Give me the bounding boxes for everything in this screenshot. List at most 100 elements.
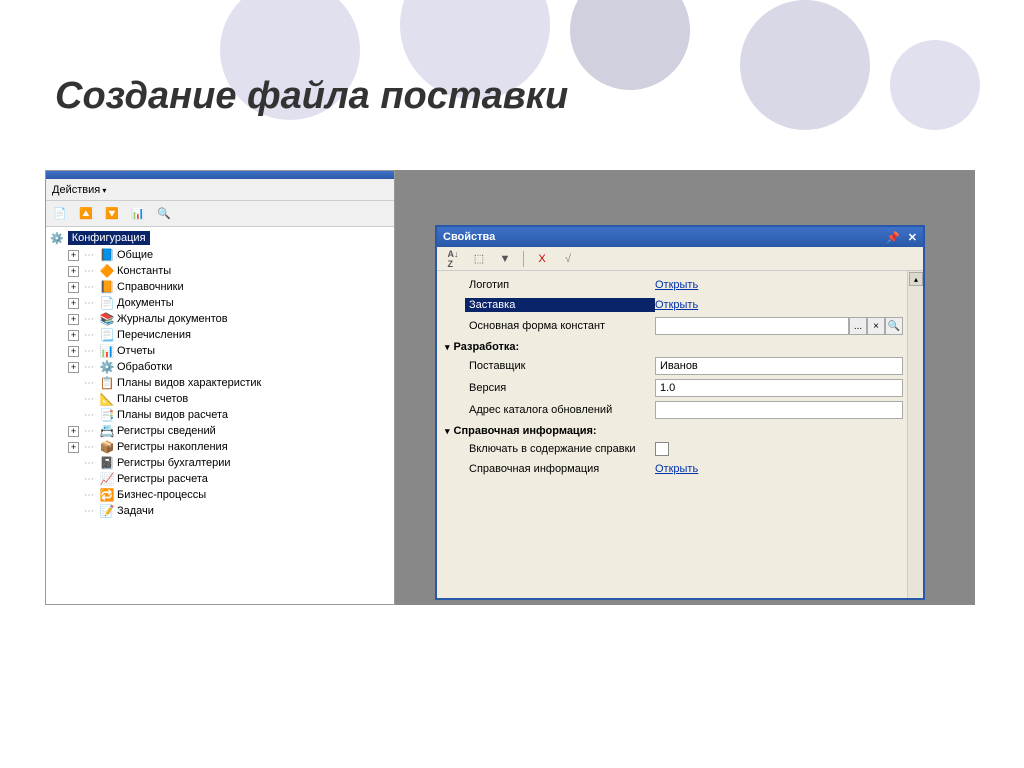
tree-item[interactable]: +⋯📙Справочники	[50, 279, 390, 295]
tree-item[interactable]: ⋯📓Регистры бухгалтерии	[50, 455, 390, 471]
tree-item[interactable]: +⋯📇Регистры сведений	[50, 423, 390, 439]
tree-item[interactable]: +⋯📄Документы	[50, 295, 390, 311]
tree-connector: ⋯	[81, 458, 97, 469]
prop-label-logo: Логотип	[469, 279, 509, 291]
tree-item[interactable]: +⋯📃Перечисления	[50, 327, 390, 343]
tree-item[interactable]: +⋯🔶Константы	[50, 263, 390, 279]
version-input[interactable]	[655, 379, 903, 397]
tree-item-label: Справочники	[117, 281, 184, 293]
tree-connector: ⋯	[81, 394, 97, 405]
expand-button[interactable]: +	[68, 282, 79, 293]
sort-az-icon[interactable]: A↓Z	[445, 251, 461, 267]
close-icon[interactable]: ✕	[908, 231, 917, 244]
open-link-logo[interactable]: Открыть	[655, 279, 698, 291]
tree-item[interactable]: ⋯📋Планы видов характеристик	[50, 375, 390, 391]
tree-item[interactable]: +⋯📦Регистры накопления	[50, 439, 390, 455]
section-help[interactable]: ▾ Справочная информация:	[437, 421, 907, 439]
tree-titlebar	[46, 171, 394, 179]
ellipsis-button[interactable]: ...	[849, 317, 867, 335]
open-link-splash[interactable]: Открыть	[655, 299, 698, 311]
vendor-input[interactable]	[655, 357, 903, 375]
prop-label-version: Версия	[469, 382, 506, 394]
toolbar-icon-5[interactable]: 🔍	[156, 206, 172, 222]
tree-item-label: Задачи	[117, 505, 154, 517]
tree-item-icon: 📄	[99, 296, 115, 310]
actions-menu[interactable]: Действия ▾	[52, 184, 106, 196]
prop-row-vendor[interactable]: Поставщик	[437, 355, 907, 377]
expand-button[interactable]: +	[68, 314, 79, 325]
expand-button[interactable]: +	[68, 298, 79, 309]
expand-button[interactable]: +	[68, 250, 79, 261]
prop-row-update-url[interactable]: Адрес каталога обновлений	[437, 399, 907, 421]
tree-connector: ⋯	[81, 442, 97, 453]
toolbar-icon-3[interactable]: 🔽	[104, 206, 120, 222]
prop-row-splash[interactable]: Заставка Открыть	[437, 295, 907, 315]
tree-item-label: Константы	[117, 265, 171, 277]
prop-row-version[interactable]: Версия	[437, 377, 907, 399]
tree-body: ⚙️ Конфигурация +⋯📘Общие+⋯🔶Константы+⋯📙С…	[46, 227, 394, 604]
tree-item[interactable]: ⋯📐Планы счетов	[50, 391, 390, 407]
tree-item-label: Документы	[117, 297, 174, 309]
scrollbar[interactable]: ▴	[907, 271, 923, 598]
filter-icon[interactable]: ▼	[497, 251, 513, 267]
collapse-arrow-icon: ▾	[445, 426, 450, 437]
check-icon[interactable]: √	[560, 251, 576, 267]
tree-item[interactable]: +⋯📚Журналы документов	[50, 311, 390, 327]
include-help-checkbox[interactable]	[655, 442, 669, 456]
expand-button[interactable]: +	[68, 426, 79, 437]
tree-item[interactable]: ⋯📝Задачи	[50, 503, 390, 519]
tree-item-label: Планы счетов	[117, 393, 188, 405]
toolbar-icon-4[interactable]: 📊	[130, 206, 146, 222]
tree-item[interactable]: ⋯📈Регистры расчета	[50, 471, 390, 487]
tree-item[interactable]: +⋯📊Отчеты	[50, 343, 390, 359]
prop-row-logo[interactable]: Логотип Открыть	[437, 275, 907, 295]
expand-button[interactable]: +	[68, 346, 79, 357]
tree-spacer	[68, 394, 79, 405]
search-button[interactable]: 🔍	[885, 317, 903, 335]
toolbar-icon-2[interactable]: 🔼	[78, 206, 94, 222]
slide-title: Создание файла поставки	[55, 75, 568, 118]
category-icon[interactable]: ⬚	[471, 251, 487, 267]
scroll-up-button[interactable]: ▴	[909, 272, 923, 286]
tree-connector: ⋯	[81, 426, 97, 437]
expand-button[interactable]: +	[68, 330, 79, 341]
prop-label-splash: Заставка	[469, 299, 515, 311]
x-icon[interactable]: X	[534, 251, 550, 267]
expand-button[interactable]: +	[68, 362, 79, 373]
prop-row-include-help[interactable]: Включать в содержание справки	[437, 439, 907, 459]
tree-item[interactable]: ⋯📑Планы видов расчета	[50, 407, 390, 423]
tree-item-icon: 📦	[99, 440, 115, 454]
pin-icon[interactable]: 📌	[886, 231, 900, 244]
tree-item-label: Регистры сведений	[117, 425, 216, 437]
tree-item-icon: 🔁	[99, 488, 115, 502]
tree-item-icon: 📇	[99, 424, 115, 438]
tree-item-icon: 📙	[99, 280, 115, 294]
tree-item-icon: 📊	[99, 344, 115, 358]
tree-item[interactable]: +⋯📘Общие	[50, 247, 390, 263]
prop-row-main-form[interactable]: Основная форма констант ... × 🔍	[437, 315, 907, 337]
tree-item[interactable]: +⋯⚙️Обработки	[50, 359, 390, 375]
clear-button[interactable]: ×	[867, 317, 885, 335]
tree-item-label: Регистры накопления	[117, 441, 228, 453]
expand-button[interactable]: +	[68, 442, 79, 453]
toolbar-icon-1[interactable]: 📄	[52, 206, 68, 222]
tree-root-node[interactable]: ⚙️ Конфигурация	[50, 231, 390, 245]
properties-body: ▴ Логотип Открыть Заставка Открыть Основ…	[437, 271, 923, 598]
prop-label-update-url: Адрес каталога обновлений	[469, 404, 612, 416]
main-form-input[interactable]	[655, 317, 849, 335]
tree-menu-bar: Действия ▾	[46, 179, 394, 201]
prop-label-vendor: Поставщик	[469, 360, 525, 372]
section-development[interactable]: ▾ Разработка:	[437, 337, 907, 355]
tree-item[interactable]: ⋯🔁Бизнес-процессы	[50, 487, 390, 503]
update-url-input[interactable]	[655, 401, 903, 419]
tree-item-icon: 📚	[99, 312, 115, 326]
tree-item-label: Общие	[117, 249, 153, 261]
properties-titlebar[interactable]: Свойства 📌 ✕	[437, 227, 923, 247]
prop-row-help-info[interactable]: Справочная информация Открыть	[437, 459, 907, 479]
open-link-help-info[interactable]: Открыть	[655, 463, 698, 475]
tree-spacer	[68, 458, 79, 469]
prop-label-help-info: Справочная информация	[469, 463, 599, 475]
tree-connector: ⋯	[81, 346, 97, 357]
expand-button[interactable]: +	[68, 266, 79, 277]
tree-item-label: Регистры бухгалтерии	[117, 457, 231, 469]
